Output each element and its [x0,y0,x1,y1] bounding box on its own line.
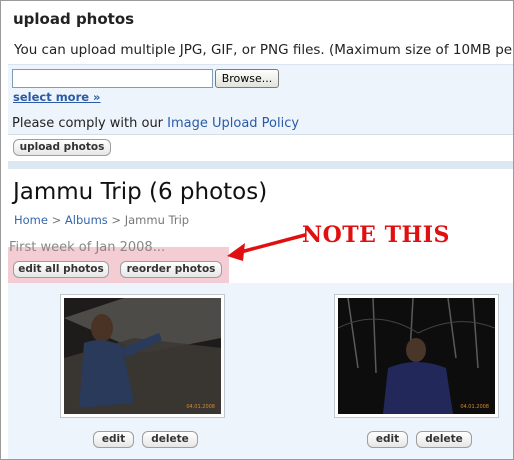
photo-date-stamp: 04.01.2008 [186,404,215,410]
section-divider-band [8,161,513,169]
policy-notice: Please comply with our Image Upload Poli… [12,116,299,131]
breadcrumb-separator: > [107,213,125,227]
divider [8,134,513,135]
photo-edit-button[interactable]: edit [367,431,408,448]
upload-photos-button[interactable]: upload photos [13,139,111,156]
photo-thumbnail[interactable]: 04.01.2008 [60,294,225,418]
breadcrumb-separator: > [47,213,65,227]
reorder-photos-button[interactable]: reorder photos [120,261,222,278]
album-description: First week of Jan 2008... [9,240,166,255]
photo-edit-button[interactable]: edit [93,431,134,448]
photo-thumbnail[interactable]: 04.01.2008 [334,294,499,418]
image-upload-policy-link[interactable]: Image Upload Policy [167,116,299,131]
photo-date-stamp: 04.01.2008 [460,404,489,410]
photo-image: 04.01.2008 [338,298,495,414]
upload-description: You can upload multiple JPG, GIF, or PNG… [14,42,514,58]
album-title: Jammu Trip (6 photos) [13,179,268,205]
page-frame: upload photos You can upload multiple JP… [0,0,514,460]
breadcrumb: Home > Albums > Jammu Trip [14,213,189,227]
policy-notice-text: Please comply with our [12,116,168,131]
breadcrumb-current: Jammu Trip [124,213,190,227]
upload-title: upload photos [13,10,135,28]
select-more-link[interactable]: select more » [13,90,101,104]
browse-button[interactable]: Browse... [215,69,279,88]
photo-delete-button[interactable]: delete [416,431,472,448]
edit-all-photos-button[interactable]: edit all photos [13,261,109,278]
photo-scene [64,298,221,414]
file-path-input[interactable] [12,69,213,88]
note-annotation: NOTE THIS [302,222,450,248]
photo-image: 04.01.2008 [64,298,221,414]
breadcrumb-albums-link[interactable]: Albums [65,213,108,227]
breadcrumb-home-link[interactable]: Home [14,213,48,227]
photo-scene [338,298,495,414]
photo-delete-button[interactable]: delete [142,431,198,448]
arrow-icon [227,233,307,261]
